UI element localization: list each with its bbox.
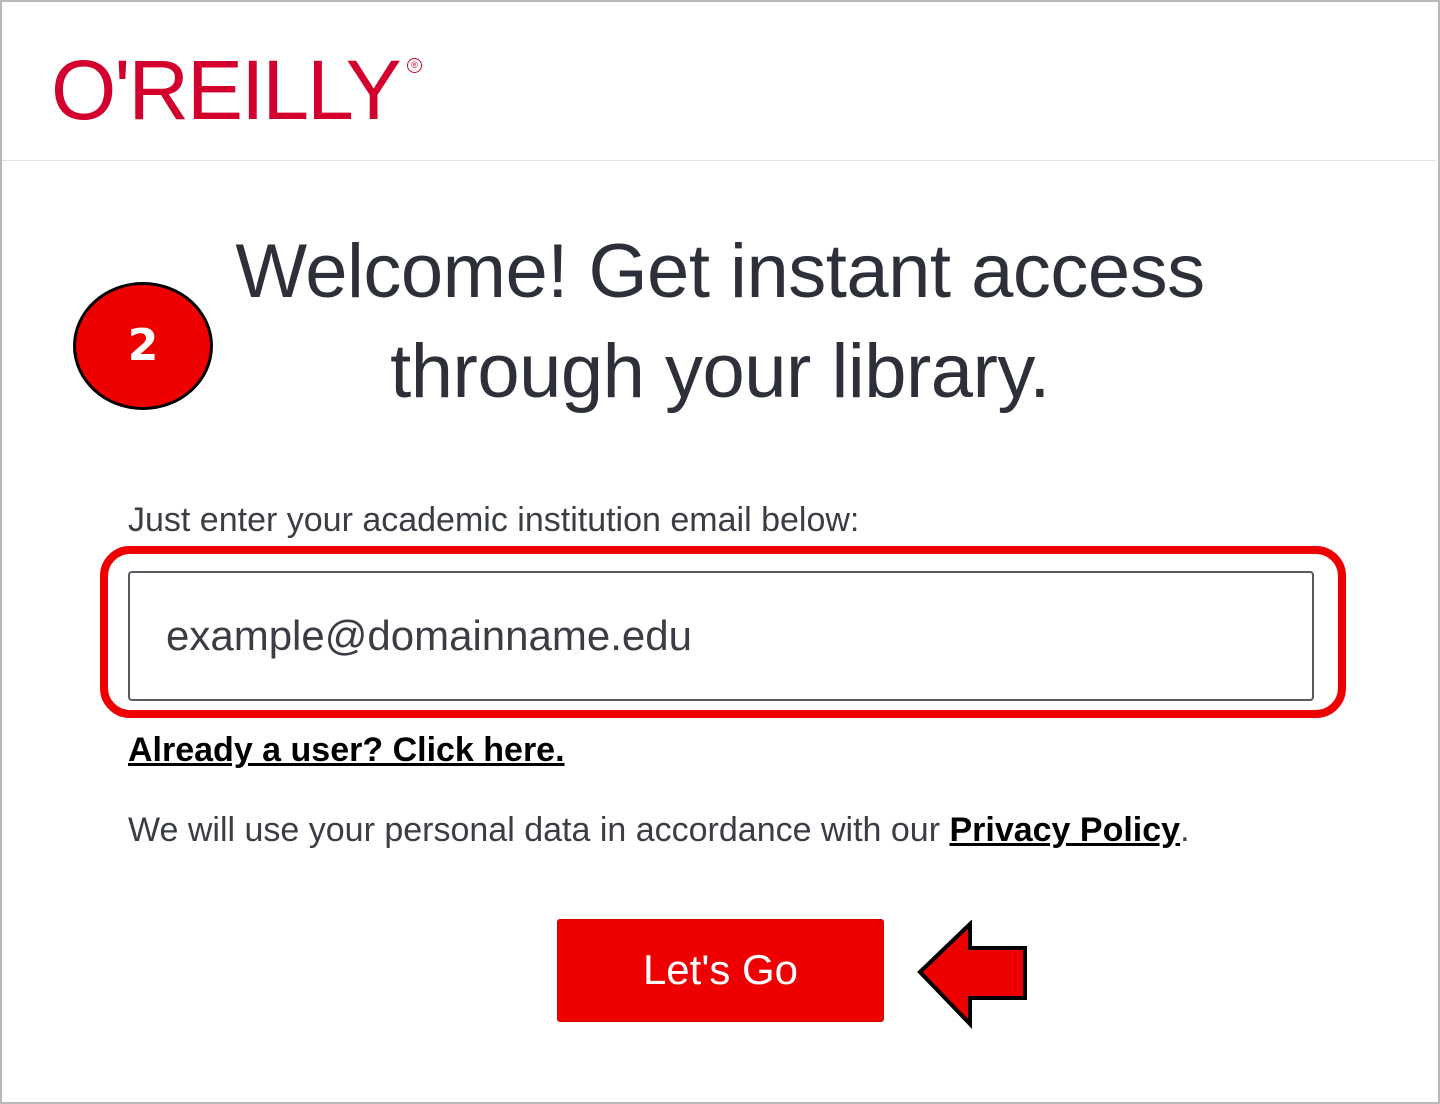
privacy-notice-suffix: . — [1180, 811, 1190, 849]
already-user-link[interactable]: Already a user? Click here. — [128, 728, 565, 772]
privacy-notice-text: We will use your personal data in accord… — [128, 811, 950, 849]
page-title: Welcome! Get instant access through your… — [120, 222, 1320, 422]
privacy-notice: We will use your personal data in accord… — [128, 808, 1190, 852]
email-instruction-label: Just enter your academic institution ema… — [128, 501, 860, 539]
page-title-line1: Welcome! Get instant access — [235, 229, 1205, 314]
email-highlight-annotation — [100, 546, 1346, 718]
left-arrow-icon — [917, 920, 1027, 1029]
step-number-badge: 2 — [73, 282, 213, 410]
lets-go-button[interactable]: Let's Go — [557, 919, 884, 1022]
page-title-line2: through your library. — [390, 329, 1050, 414]
oreilly-logo[interactable]: O'REILLY — [51, 42, 402, 138]
header: O'REILLY ® — [2, 2, 1436, 161]
privacy-policy-link[interactable]: Privacy Policy — [949, 811, 1180, 849]
registered-trademark-icon: ® — [407, 58, 422, 73]
